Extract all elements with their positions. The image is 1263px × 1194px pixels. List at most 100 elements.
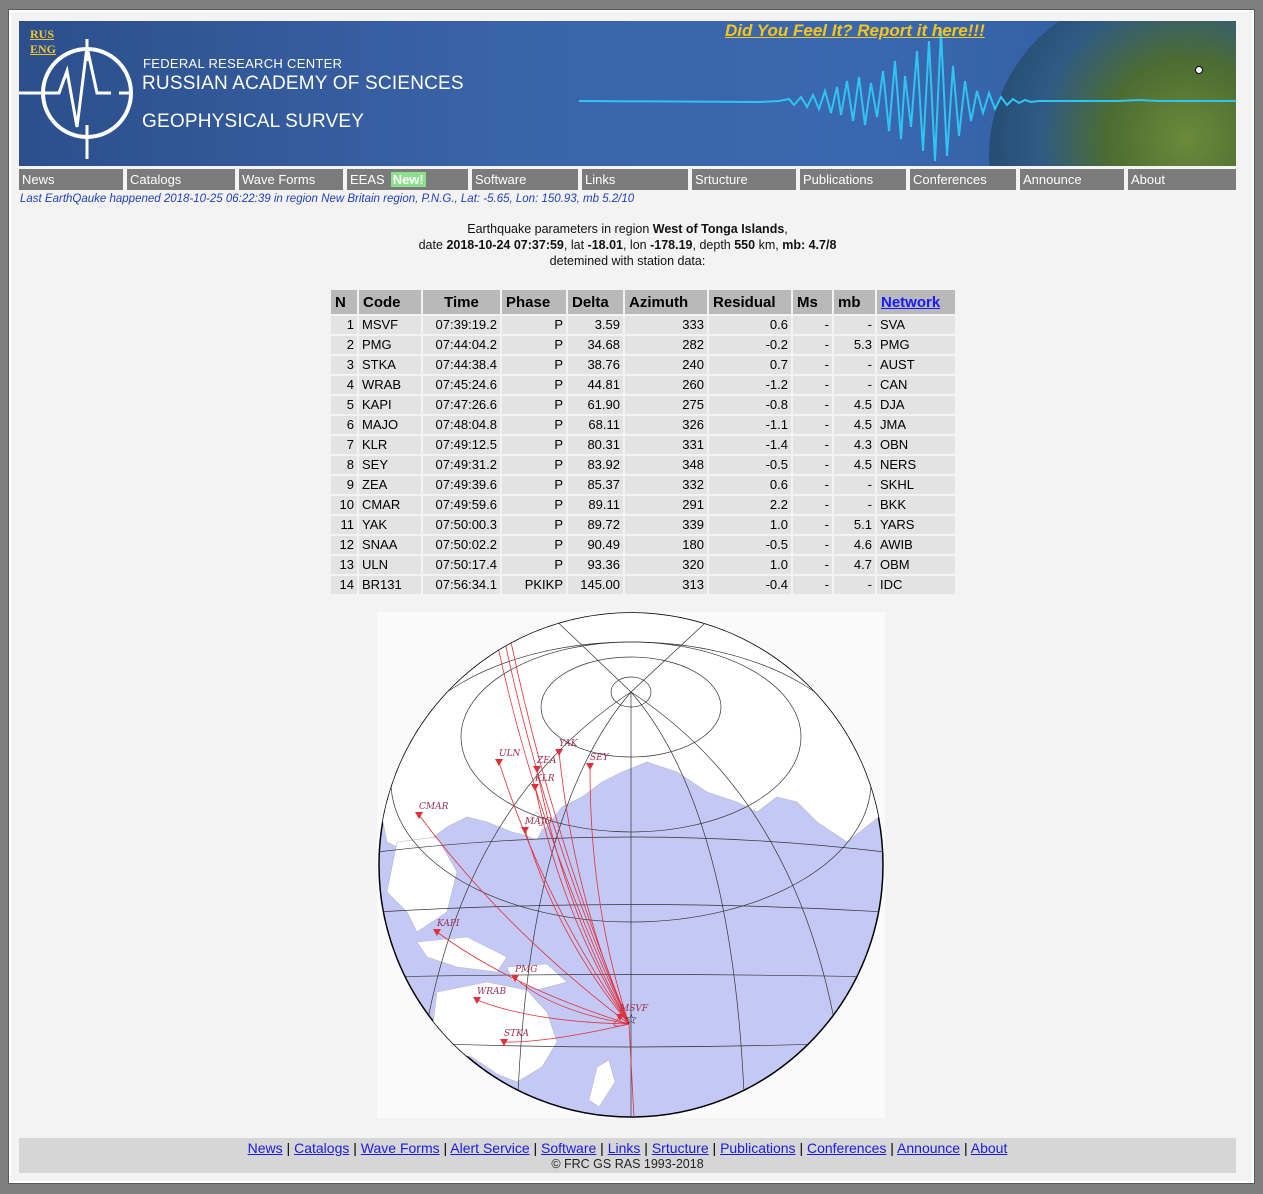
cell-delta: 89.11: [568, 496, 623, 514]
footer-link-srtucture[interactable]: Srtucture: [652, 1140, 709, 1156]
cell-n: 13: [331, 556, 357, 574]
station-label: PMG: [514, 965, 537, 975]
menu-item-software[interactable]: Software: [472, 169, 582, 190]
menu-item-news[interactable]: News: [19, 169, 127, 190]
cell-mb: -: [834, 496, 875, 514]
footer-link-alert-service[interactable]: Alert Service: [450, 1140, 529, 1156]
col-network: Network: [877, 290, 955, 314]
seismogram-graphic: [579, 30, 1236, 162]
cell-azimuth: 275: [625, 396, 707, 414]
cell-code: SEY: [359, 456, 421, 474]
did-you-feel-it-link[interactable]: Did You Feel It? Report it here!!!: [725, 21, 985, 41]
cell-time: 07:44:38.4: [423, 356, 500, 374]
cell-n: 6: [331, 416, 357, 434]
lat-label: , lat: [563, 238, 585, 252]
cell-network: CAN: [877, 376, 955, 394]
table-row: 1 MSVF 07:39:19.2 P 3.59 333 0.6- - SVA: [331, 316, 955, 334]
menu-item-wave-forms[interactable]: Wave Forms: [239, 169, 347, 190]
cell-residual: -1.2: [709, 376, 791, 394]
station-label: STKA: [504, 1029, 530, 1039]
cell-phase: P: [502, 536, 566, 554]
cell-mb: -: [834, 356, 875, 374]
footer-link-wave-forms[interactable]: Wave Forms: [361, 1140, 440, 1156]
params-depth: 550: [734, 238, 756, 252]
menu-item-publications[interactable]: Publications: [800, 169, 910, 190]
cell-time: 07:50:00.3: [423, 516, 500, 534]
footer-link-announce[interactable]: Announce: [897, 1140, 960, 1156]
cell-network: JMA: [877, 416, 955, 434]
last-earthquake-notice[interactable]: Last EarthQauke happened 2018-10-25 06:2…: [20, 193, 634, 205]
cell-delta: 145.00: [568, 576, 623, 594]
footer-link-links[interactable]: Links: [608, 1140, 641, 1156]
cell-ms: -: [793, 416, 832, 434]
cell-delta: 89.72: [568, 516, 623, 534]
cell-mb: 4.5: [834, 416, 875, 434]
footer-link-conferences[interactable]: Conferences: [807, 1140, 886, 1156]
cell-mb: -: [834, 316, 875, 334]
cell-network: IDC: [877, 576, 955, 594]
cell-azimuth: 260: [625, 376, 707, 394]
cell-code: MAJO: [359, 416, 421, 434]
station-label: CMAR: [419, 802, 449, 812]
cell-network: BKK: [877, 496, 955, 514]
menu-item-links[interactable]: Links: [582, 169, 692, 190]
cell-phase: P: [502, 516, 566, 534]
footer-separator: |: [795, 1140, 807, 1156]
cell-delta: 90.49: [568, 536, 623, 554]
menu-item-announce[interactable]: Announce: [1020, 169, 1128, 190]
eeas-label: EEAS: [350, 172, 385, 187]
footer-link-about[interactable]: About: [971, 1140, 1008, 1156]
cell-network: SVA: [877, 316, 955, 334]
cell-n: 3: [331, 356, 357, 374]
cell-mb: 5.3: [834, 336, 875, 354]
cell-time: 07:49:59.6: [423, 496, 500, 514]
cell-n: 12: [331, 536, 357, 554]
menu-item-eeas[interactable]: EEAS New!: [347, 169, 472, 190]
cell-code: KAPI: [359, 396, 421, 414]
station-table-body: 1 MSVF 07:39:19.2 P 3.59 333 0.6- - SVA 2 PMG 07:44…: [331, 316, 955, 594]
cell-mb: 4.6: [834, 536, 875, 554]
cell-azimuth: 331: [625, 436, 707, 454]
footer-separator: |: [529, 1140, 542, 1156]
cell-phase: P: [502, 456, 566, 474]
cell-residual: -0.4: [709, 576, 791, 594]
col-code: Code: [359, 290, 421, 314]
cell-phase: P: [502, 416, 566, 434]
cell-azimuth: 339: [625, 516, 707, 534]
network-sort-link[interactable]: Network: [881, 294, 940, 311]
cell-residual: 0.6: [709, 316, 791, 334]
cell-phase: P: [502, 336, 566, 354]
cell-time: 07:49:31.2: [423, 456, 500, 474]
lon-label: , lon: [622, 238, 647, 252]
footer-separator: |: [960, 1140, 971, 1156]
org-line2: RUSSIAN ACADEMY OF SCIENCES: [142, 73, 464, 94]
date-label: date: [418, 238, 443, 252]
cell-time: 07:45:24.6: [423, 376, 500, 394]
cell-time: 07:56:34.1: [423, 576, 500, 594]
menu-item-about[interactable]: About: [1128, 169, 1236, 190]
cell-delta: 34.68: [568, 336, 623, 354]
col-azimuth: Azimuth: [625, 290, 707, 314]
station-label: MAJO: [524, 817, 552, 827]
footer-link-software[interactable]: Software: [541, 1140, 596, 1156]
org-line3: GEOPHYSICAL SURVEY: [142, 111, 365, 132]
cell-delta: 68.11: [568, 416, 623, 434]
cell-mb: -: [834, 476, 875, 494]
footer-link-publications[interactable]: Publications: [720, 1140, 796, 1156]
menu-item-catalogs[interactable]: Catalogs: [127, 169, 239, 190]
menu-item-conferences[interactable]: Conferences: [910, 169, 1020, 190]
params-line1: Earthquake parameters in region West of …: [467, 222, 788, 236]
menu-item-structure[interactable]: Srtucture: [692, 169, 800, 190]
station-label: ULN: [499, 749, 522, 759]
footer-link-catalogs[interactable]: Catalogs: [294, 1140, 349, 1156]
col-phase: Phase: [502, 290, 566, 314]
cell-delta: 83.92: [568, 456, 623, 474]
station-map: ULN YAK ZEA SEY KLR CMAR MAJO KAPI PMG WRAB STKA MS…: [377, 612, 885, 1118]
col-delta: Delta: [568, 290, 623, 314]
cell-residual: 1.0: [709, 516, 791, 534]
table-row: 9 ZEA 07:49:39.6 P 85.37 332 0.6- - SKHL: [331, 476, 955, 494]
footer-link-news[interactable]: News: [248, 1140, 283, 1156]
cell-network: YARS: [877, 516, 955, 534]
cell-residual: -1.1: [709, 416, 791, 434]
table-row: 2 PMG 07:44:04.2 P 34.68 282 -0.2-5.3 PMG: [331, 336, 955, 354]
